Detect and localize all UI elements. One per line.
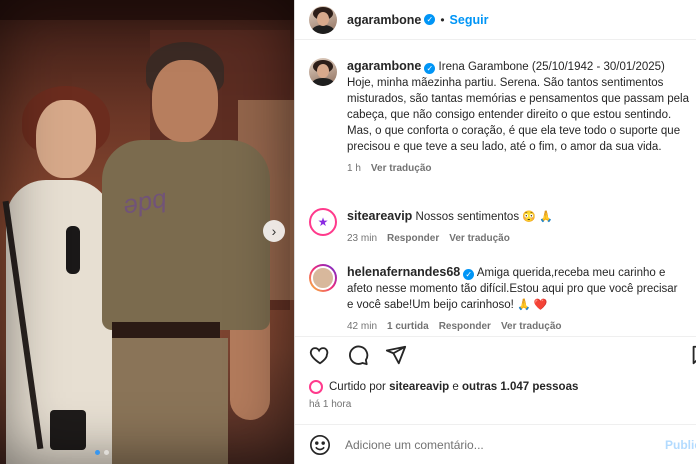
comment-body: Nossos sentimentos bbox=[415, 211, 520, 223]
comment-time: 42 min bbox=[347, 321, 378, 332]
add-comment-bar: Publicar bbox=[295, 424, 696, 464]
verified-badge-icon: ✓ bbox=[424, 14, 436, 25]
caption-title: Irena Garambone (25/10/1942 - 30/01/2025… bbox=[438, 61, 665, 73]
likes-summary: Curtido por siteareavip e outras 1.047 p… bbox=[309, 380, 578, 394]
photo-vignette bbox=[0, 0, 294, 464]
verified-badge-icon: ✓ bbox=[463, 269, 475, 280]
publish-button[interactable]: Publicar bbox=[665, 438, 696, 452]
author-username[interactable]: agarambone bbox=[347, 13, 421, 27]
likes-connector: e bbox=[452, 381, 459, 393]
caption-time: 1 h bbox=[347, 163, 361, 174]
caption-username[interactable]: agarambone bbox=[347, 59, 421, 73]
comment-emojis: 🙏 ❤️ bbox=[517, 299, 548, 311]
comment-likes[interactable]: 1 curtida bbox=[387, 321, 429, 332]
comment-text: siteareavip Nossos sentimentos 😳 🙏 bbox=[347, 208, 687, 225]
carousel-dots bbox=[95, 450, 109, 455]
likes-others[interactable]: outras 1.047 pessoas bbox=[462, 381, 578, 393]
post-side-panel: agarambone ✓ • Seguir agarambone ✓ Irena … bbox=[294, 0, 696, 464]
comment-input[interactable] bbox=[345, 437, 645, 452]
post-header: agarambone ✓ • Seguir bbox=[295, 0, 696, 40]
likes-user[interactable]: siteareavip bbox=[389, 381, 449, 393]
liker-avatar[interactable] bbox=[309, 380, 323, 394]
caption-body: Hoje, minha mãezinha partiu. Serena. São… bbox=[347, 77, 689, 153]
bookmark-icon[interactable] bbox=[689, 344, 696, 366]
translate-link[interactable]: Ver tradução bbox=[449, 233, 510, 244]
header-separator: • bbox=[440, 12, 445, 27]
heart-icon[interactable] bbox=[309, 344, 331, 366]
comment-item: ★ siteareavip Nossos sentimentos 😳 🙏 23 … bbox=[309, 208, 695, 244]
reply-button[interactable]: Responder bbox=[387, 233, 439, 244]
verified-badge-icon: ✓ bbox=[424, 63, 436, 74]
comment-item: helenafernandes68 ✓ Amiga querida,receba … bbox=[309, 264, 695, 332]
carousel-dot-active bbox=[95, 450, 100, 455]
caption-text: agarambone ✓ Irena Garambone (25/10/1942 … bbox=[347, 58, 693, 155]
likes-prefix: Curtido por bbox=[329, 381, 386, 393]
caption-translate-link[interactable]: Ver tradução bbox=[371, 163, 432, 174]
comment-username[interactable]: helenafernandes68 bbox=[347, 265, 460, 279]
post-caption: agarambone ✓ Irena Garambone (25/10/1942 … bbox=[309, 58, 695, 174]
comment-text: helenafernandes68 ✓ Amiga querida,receba … bbox=[347, 264, 687, 313]
reply-button[interactable]: Responder bbox=[439, 321, 491, 332]
comment-emojis: 😳 🙏 bbox=[522, 211, 553, 223]
commenter-avatar[interactable]: ★ bbox=[309, 208, 337, 236]
emoji-icon[interactable] bbox=[309, 434, 331, 456]
post-photo[interactable]: ǝpq › bbox=[0, 0, 294, 464]
comment-meta: 42 min 1 curtida Responder Ver tradução bbox=[347, 321, 687, 332]
caption-meta: 1 h Ver tradução bbox=[347, 163, 693, 174]
caption-author-avatar[interactable] bbox=[309, 58, 337, 86]
author-avatar[interactable] bbox=[309, 5, 337, 34]
commenter-avatar[interactable] bbox=[309, 264, 337, 292]
post-actions bbox=[309, 344, 407, 366]
send-icon[interactable] bbox=[385, 344, 407, 366]
comment-username[interactable]: siteareavip bbox=[347, 209, 412, 223]
comment-meta: 23 min Responder Ver tradução bbox=[347, 233, 687, 244]
comment-icon[interactable] bbox=[347, 344, 369, 366]
post-time: há 1 hora bbox=[309, 399, 352, 410]
translate-link[interactable]: Ver tradução bbox=[501, 321, 562, 332]
chevron-right-icon[interactable]: › bbox=[263, 220, 285, 242]
carousel-dot bbox=[104, 450, 109, 455]
actions-divider bbox=[295, 336, 696, 337]
follow-button[interactable]: Seguir bbox=[450, 13, 489, 27]
comment-time: 23 min bbox=[347, 233, 378, 244]
